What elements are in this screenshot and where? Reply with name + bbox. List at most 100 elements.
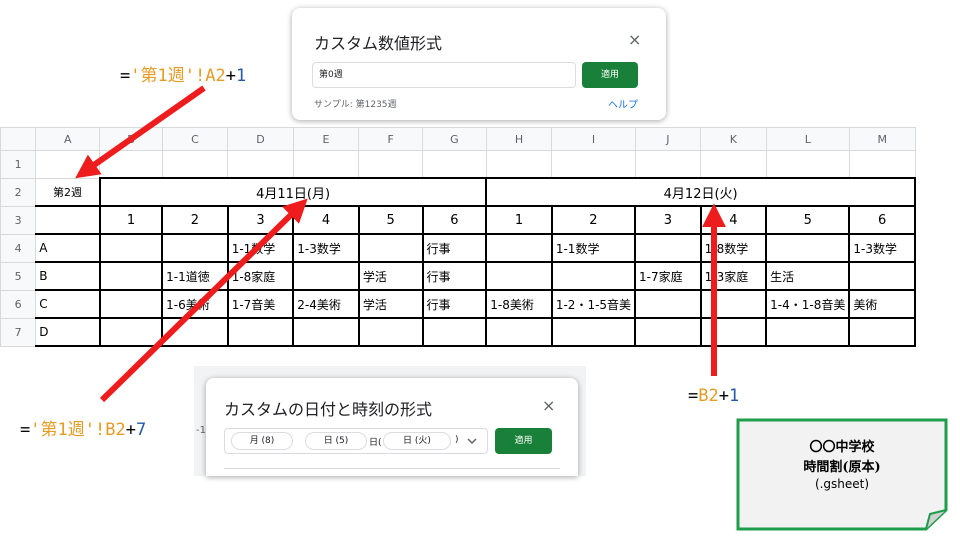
schedule-cell[interactable]: 生活 bbox=[765, 261, 850, 291]
schedule-cell[interactable] bbox=[848, 261, 916, 291]
period-cell[interactable]: 6 bbox=[848, 205, 916, 235]
row-label-cell[interactable]: D bbox=[35, 317, 101, 347]
schedule-cell[interactable]: 1-8数学 bbox=[699, 233, 767, 263]
schedule-cell[interactable] bbox=[634, 317, 702, 347]
schedule-cell[interactable] bbox=[634, 289, 702, 319]
period-cell[interactable]: 2 bbox=[550, 205, 636, 235]
schedule-cell[interactable] bbox=[292, 317, 360, 347]
column-header-h[interactable]: H bbox=[485, 127, 553, 151]
cell[interactable] bbox=[765, 150, 850, 179]
cell[interactable] bbox=[700, 150, 767, 179]
corner-cell[interactable] bbox=[0, 127, 37, 151]
schedule-cell[interactable] bbox=[357, 317, 424, 347]
cell[interactable] bbox=[161, 150, 229, 179]
schedule-cell[interactable]: 1-7音美 bbox=[226, 289, 294, 319]
column-header-f[interactable]: F bbox=[358, 127, 424, 151]
row-label-cell[interactable]: B bbox=[35, 261, 101, 291]
schedule-cell[interactable] bbox=[98, 317, 163, 347]
apply-button[interactable]: 適用 bbox=[582, 62, 638, 88]
schedule-cell[interactable]: 学活 bbox=[357, 261, 424, 291]
cell[interactable] bbox=[227, 150, 294, 179]
help-link[interactable]: ヘルプ bbox=[608, 96, 638, 111]
column-header-g[interactable]: G bbox=[422, 127, 487, 151]
schedule-cell[interactable] bbox=[292, 261, 360, 291]
cell[interactable] bbox=[485, 150, 553, 179]
schedule-cell[interactable] bbox=[765, 233, 850, 263]
row-header[interactable]: 3 bbox=[0, 205, 37, 235]
period-cell[interactable]: 3 bbox=[634, 205, 702, 235]
column-header-d[interactable]: D bbox=[227, 127, 294, 151]
schedule-cell[interactable]: 1-8家庭 bbox=[226, 261, 294, 291]
schedule-cell[interactable]: 1-1数学 bbox=[550, 233, 636, 263]
cell[interactable] bbox=[292, 150, 360, 179]
column-header-e[interactable]: E bbox=[292, 127, 360, 151]
week-label-cell[interactable]: 第2週 bbox=[35, 177, 101, 207]
column-header-c[interactable]: C bbox=[161, 127, 229, 151]
spreadsheet-grid[interactable]: A B C D E F G H I J K L M 1 2 第2週 4月11日(… bbox=[0, 127, 916, 347]
day-token[interactable]: 日 (5) bbox=[305, 432, 367, 450]
schedule-cell[interactable]: 美術 bbox=[848, 289, 916, 319]
row-label-cell[interactable]: A bbox=[35, 233, 101, 263]
row-header[interactable]: 1 bbox=[0, 150, 37, 179]
row-header[interactable]: 7 bbox=[0, 317, 37, 347]
date-cell-tuesday[interactable]: 4月12日(火) bbox=[485, 177, 916, 207]
cell[interactable] bbox=[358, 150, 424, 179]
schedule-cell[interactable] bbox=[848, 317, 916, 347]
cell[interactable] bbox=[422, 150, 487, 179]
cell[interactable] bbox=[634, 150, 702, 179]
period-cell[interactable]: 1 bbox=[485, 205, 553, 235]
row-header[interactable]: 6 bbox=[0, 289, 37, 319]
schedule-cell[interactable] bbox=[634, 233, 702, 263]
schedule-cell[interactable]: 1-1道徳 bbox=[161, 261, 229, 291]
schedule-cell[interactable]: 1-3数学 bbox=[292, 233, 360, 263]
column-header-k[interactable]: K bbox=[700, 127, 767, 151]
row-header[interactable]: 4 bbox=[0, 233, 37, 263]
schedule-cell[interactable] bbox=[421, 317, 487, 347]
row-label-cell[interactable]: C bbox=[35, 289, 101, 319]
date-cell-monday[interactable]: 4月11日(月) bbox=[98, 177, 488, 207]
weekday-token[interactable]: 日 (火) bbox=[383, 432, 451, 450]
schedule-cell[interactable]: 行事 bbox=[421, 233, 487, 263]
cell[interactable] bbox=[551, 150, 636, 179]
format-input[interactable]: 第0週 bbox=[312, 62, 576, 88]
schedule-cell[interactable]: 学活 bbox=[357, 289, 424, 319]
period-cell[interactable]: 5 bbox=[357, 205, 424, 235]
schedule-cell[interactable] bbox=[765, 317, 850, 347]
schedule-cell[interactable]: 1-3数学 bbox=[848, 233, 916, 263]
schedule-cell[interactable]: 1-1数学 bbox=[226, 233, 294, 263]
close-icon[interactable]: × bbox=[542, 396, 555, 415]
row-header[interactable]: 2 bbox=[0, 177, 37, 207]
period-cell[interactable]: 4 bbox=[292, 205, 360, 235]
schedule-cell[interactable] bbox=[550, 261, 636, 291]
format-field[interactable]: 月 (8) 日 (5) 日( 日 (火) ) bbox=[224, 428, 488, 454]
schedule-cell[interactable]: 行事 bbox=[421, 261, 487, 291]
schedule-cell[interactable] bbox=[161, 233, 229, 263]
schedule-cell[interactable] bbox=[226, 317, 294, 347]
schedule-cell[interactable]: 行事 bbox=[421, 289, 487, 319]
schedule-cell[interactable] bbox=[550, 317, 636, 347]
schedule-cell[interactable] bbox=[485, 261, 553, 291]
close-icon[interactable]: × bbox=[628, 30, 641, 49]
period-cell[interactable]: 1 bbox=[98, 205, 163, 235]
schedule-cell[interactable] bbox=[485, 233, 553, 263]
column-header-j[interactable]: J bbox=[634, 127, 702, 151]
period-cell[interactable]: 3 bbox=[226, 205, 294, 235]
schedule-cell[interactable] bbox=[357, 233, 424, 263]
schedule-cell[interactable]: 1-8美術 bbox=[485, 289, 553, 319]
schedule-cell[interactable]: 1-2・1-5音美 bbox=[550, 289, 636, 319]
schedule-cell[interactable]: 1-4・1-8音美 bbox=[765, 289, 850, 319]
column-header-l[interactable]: L bbox=[765, 127, 850, 151]
schedule-cell[interactable] bbox=[699, 317, 767, 347]
column-header-m[interactable]: M bbox=[848, 127, 916, 151]
schedule-cell[interactable] bbox=[485, 317, 553, 347]
cell[interactable] bbox=[99, 150, 163, 179]
cell[interactable] bbox=[35, 150, 101, 179]
schedule-cell[interactable] bbox=[98, 289, 163, 319]
period-cell[interactable]: 6 bbox=[421, 205, 487, 235]
period-cell[interactable]: 4 bbox=[699, 205, 767, 235]
schedule-cell[interactable]: 1-7家庭 bbox=[634, 261, 702, 291]
column-header-b[interactable]: B bbox=[99, 127, 163, 151]
cell[interactable] bbox=[848, 150, 916, 179]
column-header-a[interactable]: A bbox=[35, 127, 101, 151]
schedule-cell[interactable] bbox=[98, 233, 163, 263]
